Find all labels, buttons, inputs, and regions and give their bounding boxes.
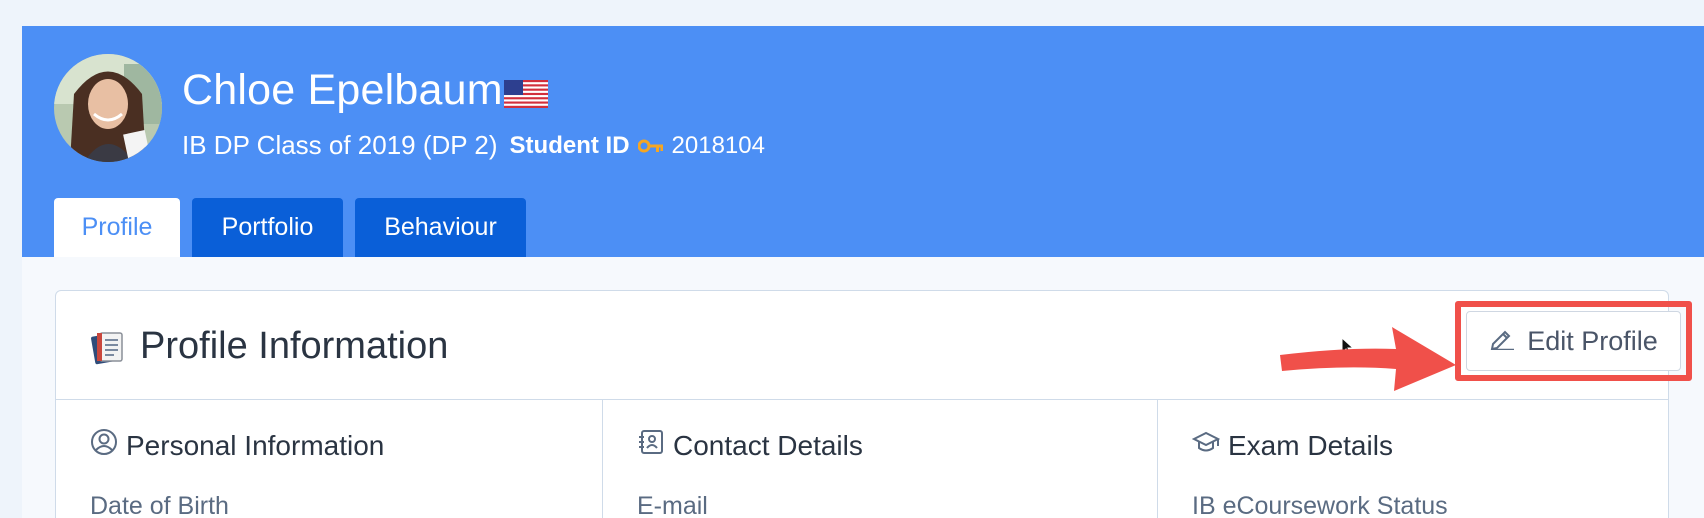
student-name: Chloe Epelbaum	[182, 66, 503, 114]
contact-details-section: Contact Details E-mail	[603, 400, 1158, 518]
ib-ecoursework-status-label: IB eCoursework Status	[1192, 492, 1448, 518]
tab-label: Behaviour	[384, 213, 497, 241]
student-header: Chloe Epelbaum IB DP Class of 2019 (DP 2…	[22, 26, 1704, 257]
pencil-icon	[1489, 326, 1515, 357]
tab-portfolio[interactable]: Portfolio	[192, 198, 343, 257]
student-id-value: 2018104	[671, 131, 765, 159]
card-title: Profile Information	[140, 325, 449, 367]
class-of-label: IB DP Class of 2019 (DP 2)	[182, 130, 498, 160]
us-flag-icon	[504, 80, 548, 113]
email-label: E-mail	[637, 492, 708, 518]
notebook-icon	[90, 329, 126, 370]
edit-profile-label: Edit Profile	[1527, 325, 1658, 356]
card-header: Profile Information Edit Profile	[56, 291, 1692, 400]
section-title: Exam Details	[1228, 429, 1393, 461]
personal-information-section: Personal Information Date of Birth	[56, 400, 603, 518]
tab-label: Portfolio	[221, 213, 314, 241]
tab-label: Profile	[81, 213, 153, 241]
date-of-birth-label: Date of Birth	[90, 492, 229, 518]
section-heading: Personal Information	[90, 428, 384, 463]
section-heading: Exam Details	[1191, 428, 1393, 463]
address-book-icon	[637, 428, 665, 463]
section-title: Contact Details	[673, 429, 863, 461]
tab-behaviour[interactable]: Behaviour	[355, 198, 526, 257]
student-avatar	[54, 54, 162, 162]
edit-profile-button[interactable]: Edit Profile	[1466, 311, 1681, 371]
student-subline: IB DP Class of 2019 (DP 2) Student ID 20…	[182, 130, 765, 161]
user-circle-icon	[90, 428, 118, 463]
profile-information-card: Profile Information Edit Profile Persona…	[55, 290, 1692, 518]
tab-profile[interactable]: Profile	[54, 198, 180, 257]
graduation-cap-icon	[1191, 428, 1221, 463]
annotation-arrow-icon	[1276, 321, 1458, 398]
student-id-label: Student ID	[509, 131, 630, 159]
section-heading: Contact Details	[637, 428, 863, 463]
key-icon	[637, 139, 664, 153]
section-title: Personal Information	[126, 429, 385, 461]
exam-details-section: Exam Details IB eCoursework Status	[1158, 400, 1670, 518]
